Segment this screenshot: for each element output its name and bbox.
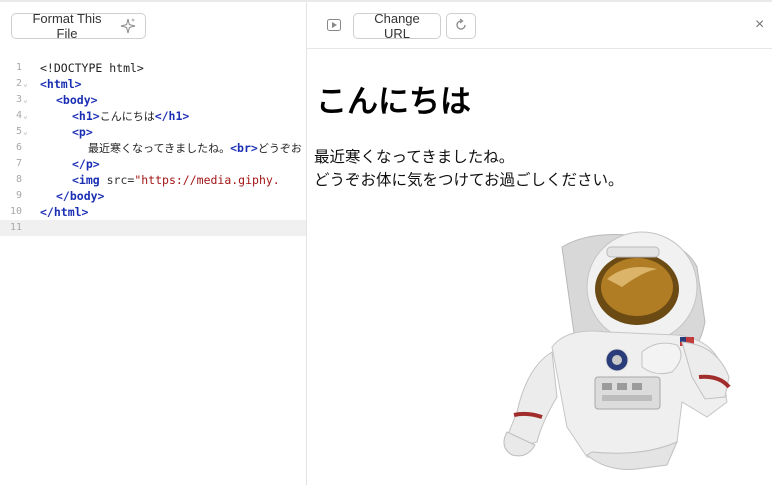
line-number: 6 [15,142,22,153]
refresh-icon [454,17,468,35]
code-text: こんにちは [99,110,155,123]
code-line: 7 </p> [0,156,306,172]
line-number: 3 [15,94,22,105]
code-line: 10 </html> [0,204,306,220]
preview-heading: こんにちは [316,84,471,120]
line-number: 5 [15,126,22,137]
preview-paragraph-line-2: どうぞお体に気をつけてお過ごしください。 [314,171,624,189]
line-number: 7 [15,158,22,169]
code-tag: <h1> [72,109,100,123]
line-number: 11 [9,222,22,233]
sparkle-icon [119,17,137,35]
format-file-label: Format This File [32,11,102,41]
astronaut-image [467,227,742,482]
code-line-active[interactable]: 11 [0,220,306,236]
doctype-text: <!DOCTYPE html> [40,61,144,75]
code-text: どうぞお [257,142,302,155]
code-editor[interactable]: 1 <!DOCTYPE html> 2 ⌄ <html> 3 ⌄ <body> … [0,60,306,236]
code-tag: <p> [72,125,93,139]
preview-paragraph-line-1: 最近寒くなってきましたね。 [314,148,515,166]
code-line: 1 <!DOCTYPE html> [0,60,306,76]
play-icon[interactable] [327,18,341,36]
code-tag: </html> [40,205,89,219]
code-string: "https://media.giphy. [134,173,280,187]
code-editor-pane: Format This File 1 <!DOCTYPE html> 2 ⌄ <… [0,2,306,485]
code-tag: <br> [230,141,258,155]
refresh-button[interactable] [446,13,476,39]
line-number: 1 [15,62,22,73]
preview-pane: Change URL × こんにちは 最近寒くなってきましたね。 どうぞお体に気… [307,2,772,485]
line-number: 4 [15,110,22,121]
code-tag: </body> [56,189,105,203]
code-line: 5 ⌄ <p> [0,124,306,140]
fold-chevron-icon[interactable]: ⌄ [23,92,28,108]
code-tag: <html> [40,77,82,91]
fold-chevron-icon[interactable]: ⌄ [23,108,28,124]
line-number: 10 [9,206,22,217]
fold-chevron-icon[interactable]: ⌄ [23,124,28,140]
code-tag: </p> [72,157,100,171]
close-icon[interactable]: × [755,16,764,34]
format-file-button[interactable]: Format This File [11,11,146,41]
code-line: 8 <img src="https://media.giphy. [0,172,306,188]
code-line: 6 最近寒くなってきましたね。<br>どうぞお [0,140,306,156]
line-number: 2 [15,78,22,89]
line-number: 8 [15,174,22,185]
preview-toolbar: Change URL × [307,2,772,49]
code-attr: src= [99,173,135,187]
change-url-button[interactable]: Change URL [353,11,441,41]
line-number: 9 [15,190,22,201]
code-tag: <img [72,173,100,187]
fold-chevron-icon[interactable]: ⌄ [23,76,28,92]
code-line: 3 ⌄ <body> [0,92,306,108]
code-text: 最近寒くなってきましたね。 [88,142,231,155]
code-line: 4 ⌄ <h1>こんにちは</h1> [0,108,306,124]
code-tag: </h1> [154,109,190,123]
code-tag: <body> [56,93,98,107]
code-line: 2 ⌄ <html> [0,76,306,92]
code-line: 9 </body> [0,188,306,204]
